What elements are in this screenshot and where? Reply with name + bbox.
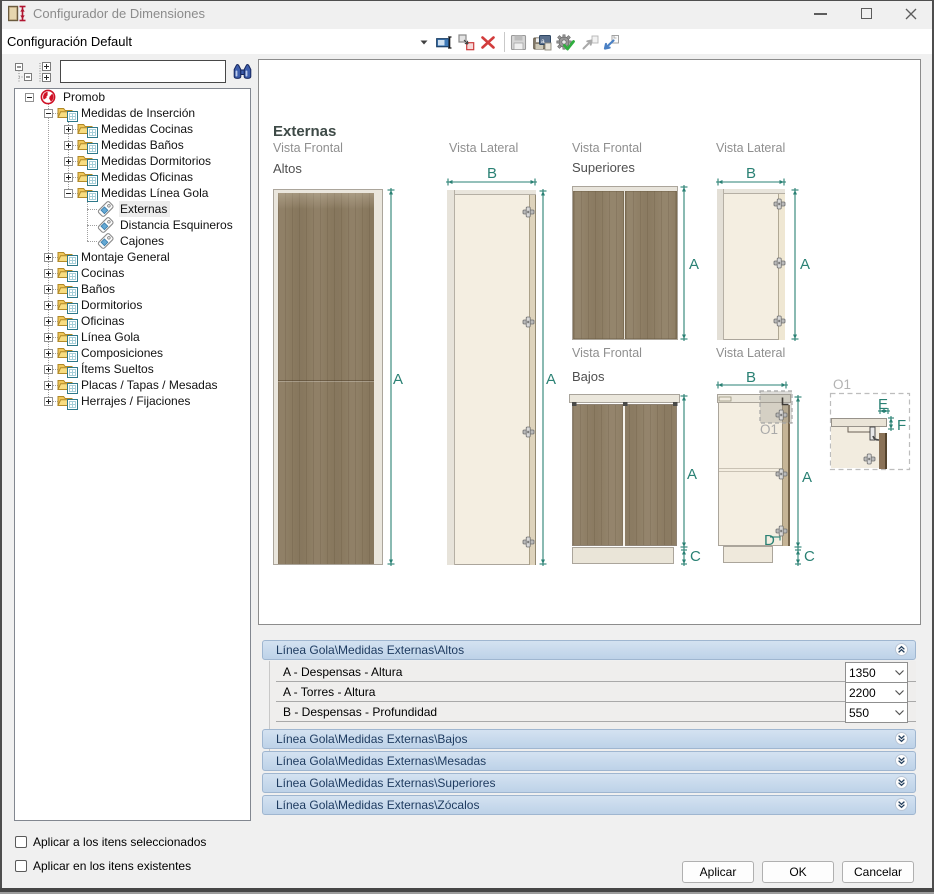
svg-text:a: a (541, 38, 545, 45)
